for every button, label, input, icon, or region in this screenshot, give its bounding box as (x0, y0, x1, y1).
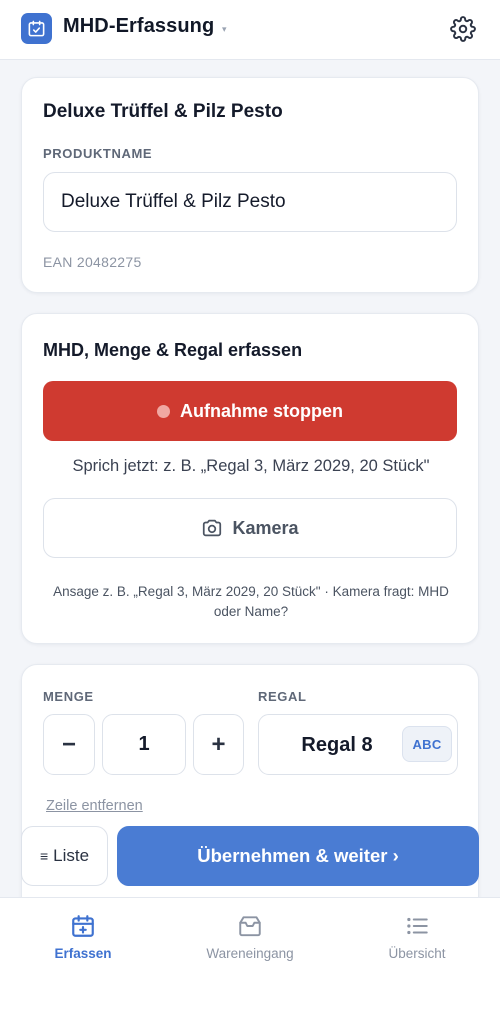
package-icon (239, 916, 261, 937)
list-button[interactable]: ≡ Liste (21, 826, 108, 886)
tab-erfassen-label: Erfassen (54, 946, 112, 961)
tab-uebersicht[interactable]: Übersicht (334, 898, 500, 968)
stop-recording-button[interactable]: Aufnahme stoppen (43, 381, 457, 441)
camera-label: Kamera (232, 517, 299, 538)
bottom-tab-bar: Erfassen Wareneingang Übersicht (0, 897, 500, 1012)
settings-button[interactable] (447, 13, 479, 45)
app-title[interactable]: MHD-Erfassung (63, 15, 214, 38)
gear-icon (450, 16, 476, 42)
stop-recording-label: Aufnahme stoppen (179, 400, 343, 421)
decrease-quantity-button[interactable]: − (43, 714, 95, 775)
quantity-value[interactable]: 1 (102, 714, 186, 775)
abc-keyboard-button[interactable]: ABC (402, 726, 452, 762)
capture-hint: Ansage z. B. „Regal 3, März 2029, 20 Stü… (53, 584, 449, 619)
shelf-label: REGAL (258, 689, 307, 704)
capture-card: MHD, Menge & Regal erfassen Aufnahme sto… (21, 313, 479, 644)
menu-lines-icon: ≡ (39, 848, 49, 864)
product-name-label: PRODUKTNAME (43, 146, 153, 161)
calendar-plus-icon (72, 915, 94, 937)
quantity-label: MENGE (43, 689, 94, 704)
product-card: Deluxe Trüffel & Pilz Pesto PRODUKTNAME … (21, 77, 479, 293)
accept-and-next-button[interactable]: Übernehmen & weiter › (117, 826, 479, 886)
product-name-input[interactable] (43, 172, 457, 232)
increase-quantity-button[interactable]: + (193, 714, 244, 775)
calendar-check-icon (21, 13, 52, 44)
tab-wareneingang[interactable]: Wareneingang (167, 898, 333, 968)
list-icon (407, 917, 428, 935)
camera-icon (203, 519, 222, 537)
chevron-down-icon[interactable]: ▾ (222, 24, 227, 35)
top-bar: MHD-Erfassung ▾ (0, 0, 500, 60)
camera-button[interactable]: Kamera (43, 498, 457, 558)
tab-wareneingang-label: Wareneingang (206, 946, 294, 961)
capture-title: MHD, Menge & Regal erfassen (43, 340, 303, 360)
list-button-label: Liste (53, 846, 90, 865)
product-title: Deluxe Trüffel & Pilz Pesto (43, 101, 283, 122)
tab-uebersicht-label: Übersicht (388, 946, 446, 961)
shelf-value: Regal 8 (301, 734, 373, 756)
ean-code: EAN 20482275 (43, 254, 142, 270)
record-dot-icon (156, 404, 170, 418)
remove-line-link[interactable]: Zeile entfernen (46, 798, 143, 814)
shelf-field[interactable]: Regal 8 ABC (258, 714, 458, 775)
voice-prompt: Sprich jetzt: z. B. „Regal 3, März 2029,… (72, 457, 430, 475)
tab-erfassen[interactable]: Erfassen (0, 898, 166, 968)
